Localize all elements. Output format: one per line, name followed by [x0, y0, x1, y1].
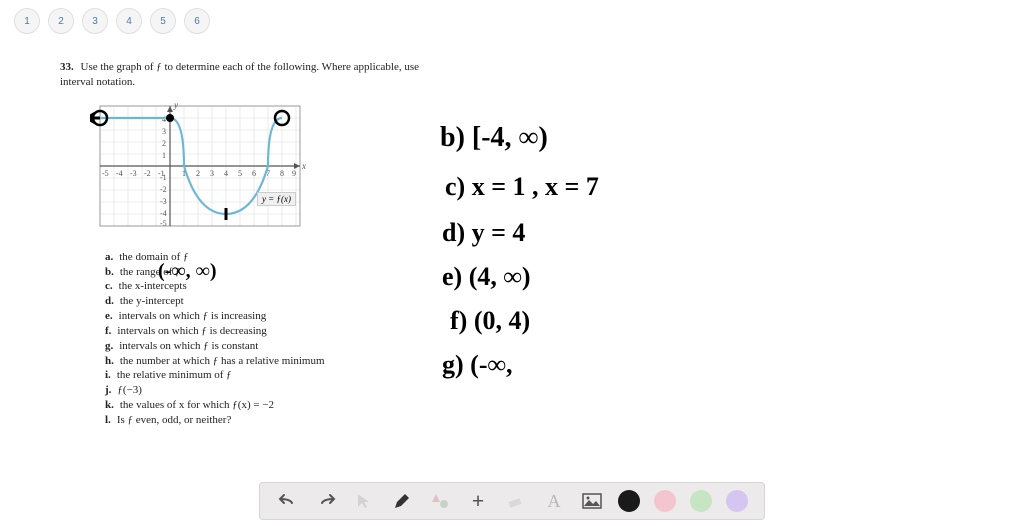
subpart-a: a.the domain of ƒ	[105, 250, 984, 265]
subparts-list: a.the domain of ƒ b.the range of ƒ c.the…	[105, 250, 984, 428]
pointer-tool[interactable]	[352, 489, 376, 513]
page-navigation: 1 2 3 4 5 6	[0, 0, 1024, 42]
page-nav-6[interactable]: 6	[184, 8, 210, 34]
image-tool[interactable]	[580, 489, 604, 513]
subpart-k: k.the values of x for which ƒ(x) = −2	[105, 398, 984, 413]
svg-text:-2: -2	[144, 169, 151, 178]
drawing-toolbar: + A	[259, 482, 765, 520]
svg-text:8: 8	[280, 169, 284, 178]
svg-text:3: 3	[210, 169, 214, 178]
worksheet-content: 33. Use the graph of ƒ to determine each…	[0, 42, 1024, 428]
graph-container: -5 -4 -3 -2 -1 123456789 1234 -1-2-3-4-5…	[90, 96, 310, 246]
subpart-l: l.Is ƒ even, odd, or neither?	[105, 413, 984, 428]
svg-text:-1: -1	[160, 173, 167, 182]
subpart-h: h.the number at which ƒ has a relative m…	[105, 354, 984, 369]
page-nav-4[interactable]: 4	[116, 8, 142, 34]
svg-text:9: 9	[292, 169, 296, 178]
subpart-c: c.the x-intercepts	[105, 279, 984, 294]
svg-text:2: 2	[196, 169, 200, 178]
svg-text:4: 4	[224, 169, 228, 178]
subpart-e: e.intervals on which ƒ is increasing	[105, 309, 984, 324]
svg-text:-3: -3	[130, 169, 137, 178]
subpart-d: d.the y-intercept	[105, 294, 984, 309]
svg-text:-3: -3	[160, 197, 167, 206]
subpart-j: j.ƒ(−3)	[105, 383, 984, 398]
eraser-tool[interactable]	[504, 489, 528, 513]
page-nav-5[interactable]: 5	[150, 8, 176, 34]
subpart-f: f.intervals on which ƒ is decreasing	[105, 324, 984, 339]
color-pink[interactable]	[654, 490, 676, 512]
undo-button[interactable]	[276, 489, 300, 513]
svg-text:4: 4	[162, 115, 166, 124]
svg-text:-2: -2	[160, 185, 167, 194]
svg-text:-5: -5	[102, 169, 109, 178]
svg-text:3: 3	[162, 127, 166, 136]
function-graph: -5 -4 -3 -2 -1 123456789 1234 -1-2-3-4-5…	[90, 96, 310, 246]
color-purple[interactable]	[726, 490, 748, 512]
pencil-tool[interactable]	[390, 489, 414, 513]
problem-number: 33.	[60, 61, 74, 73]
subpart-i: i.the relative minimum of ƒ	[105, 368, 984, 383]
page-nav-3[interactable]: 3	[82, 8, 108, 34]
svg-text:-4: -4	[116, 169, 123, 178]
redo-button[interactable]	[314, 489, 338, 513]
svg-text:-5: -5	[160, 219, 167, 228]
problem-text: Use the graph of ƒ to determine each of …	[60, 61, 419, 88]
shapes-tool[interactable]	[428, 489, 452, 513]
text-tool[interactable]: A	[542, 489, 566, 513]
svg-text:1: 1	[162, 151, 166, 160]
color-black[interactable]	[618, 490, 640, 512]
svg-text:5: 5	[238, 169, 242, 178]
subpart-g: g.intervals on which ƒ is constant	[105, 339, 984, 354]
svg-text:x: x	[301, 161, 306, 171]
svg-text:y: y	[173, 100, 178, 110]
svg-text:-4: -4	[160, 209, 167, 218]
svg-text:2: 2	[162, 139, 166, 148]
subpart-b: b.the range of ƒ	[105, 265, 984, 280]
add-tool[interactable]: +	[466, 489, 490, 513]
page-nav-1[interactable]: 1	[14, 8, 40, 34]
problem-prompt: 33. Use the graph of ƒ to determine each…	[60, 60, 420, 90]
svg-text:6: 6	[252, 169, 256, 178]
color-green[interactable]	[690, 490, 712, 512]
page-nav-2[interactable]: 2	[48, 8, 74, 34]
graph-equation-label: y = ƒ(x)	[257, 192, 296, 206]
